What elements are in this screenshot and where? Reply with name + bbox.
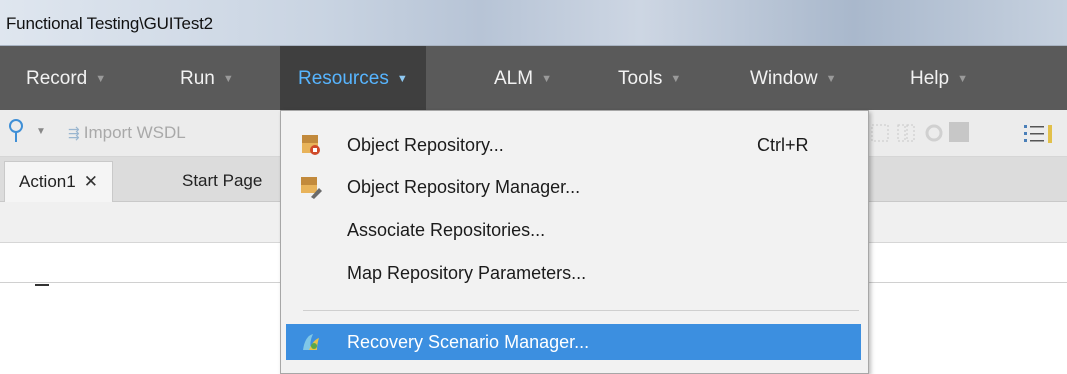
chevron-down-icon: ▼	[222, 73, 234, 85]
chevron-down-icon: ▼	[396, 73, 408, 85]
chevron-down-icon: ▼	[825, 73, 837, 85]
tab-start-page-label: Start Page	[182, 171, 263, 190]
menu-item-label: Object Repository Manager...	[347, 177, 581, 197]
tab-action1[interactable]: Action1 ✕	[4, 161, 113, 202]
chevron-down-icon[interactable]: ▼	[36, 126, 46, 137]
tab-start-page[interactable]: Start Page	[168, 161, 276, 201]
grid-select-icon[interactable]	[870, 122, 892, 144]
menu-item-label: Map Repository Parameters...	[347, 263, 587, 283]
menu-tools[interactable]: Tools ▼	[618, 46, 681, 110]
location-pin-icon[interactable]	[6, 118, 26, 144]
tab-action1-label: Action1	[19, 172, 76, 191]
menu-resources[interactable]: Resources ▼	[280, 46, 426, 110]
close-icon[interactable]: ✕	[84, 172, 98, 191]
object-repository-icon	[302, 135, 320, 155]
menu-item-map-repository-parameters[interactable]: Map Repository Parameters...	[281, 255, 868, 291]
menu-resources-label: Resources	[298, 68, 389, 90]
recovery-scenario-icon	[303, 334, 319, 350]
menu-tools-label: Tools	[618, 68, 663, 90]
chevron-down-icon: ▼	[957, 73, 968, 85]
menu-item-label: Associate Repositories...	[347, 220, 546, 240]
menu-item-recovery-scenario-manager[interactable]: Recovery Scenario Manager...	[286, 324, 861, 360]
menu-run[interactable]: Run ▼	[180, 46, 234, 110]
toolbar-icons-right	[870, 122, 973, 146]
list-view-icon[interactable]	[1022, 122, 1052, 146]
object-repository-manager-icon	[301, 177, 322, 199]
window-title: Functional Testing\GUITest2	[6, 14, 213, 33]
import-wsdl-label: Import WSDL	[83, 123, 186, 142]
menu-item-object-repository-manager[interactable]: Object Repository Manager...	[281, 169, 868, 205]
refresh-icon[interactable]	[923, 122, 945, 144]
menu-help-label: Help	[910, 68, 950, 90]
menu-item-label: Object Repository...	[347, 135, 504, 155]
menu-run-label: Run	[180, 68, 215, 90]
text-cursor	[35, 284, 49, 286]
menu-item-object-repository[interactable]: Object Repository... Ctrl+R	[281, 127, 868, 163]
menu-record-label: Record	[26, 68, 88, 90]
menu-record[interactable]: Record ▼	[26, 46, 106, 110]
menu-help[interactable]: Help ▼	[910, 46, 968, 110]
chevron-down-icon: ▼	[541, 73, 552, 85]
menu-window[interactable]: Window ▼	[750, 46, 836, 110]
menu-item-associate-repositories[interactable]: Associate Repositories...	[281, 212, 868, 248]
menu-alm[interactable]: ALM ▼	[494, 46, 552, 110]
import-wsdl-button[interactable]: ⇶ Import WSDL	[68, 123, 186, 143]
chevron-down-icon: ▼	[95, 73, 107, 85]
import-icon: ⇶	[68, 125, 80, 141]
title-bar: Functional Testing\GUITest2	[0, 0, 1067, 46]
chevron-down-icon: ▼	[670, 73, 682, 85]
grid-split-icon[interactable]	[896, 122, 918, 144]
resources-dropdown-menu: Object Repository... Ctrl+R Object Repos…	[280, 110, 869, 374]
shortcut-label: Ctrl+R	[757, 135, 809, 155]
toolbar-separator	[949, 122, 970, 142]
menu-bar: Record ▼ Run ▼ Resources ▼ ALM ▼ Tools ▼ Wind…	[0, 46, 1067, 110]
menu-alm-label: ALM	[494, 68, 534, 90]
menu-window-label: Window	[750, 68, 818, 90]
menu-separator	[303, 310, 859, 311]
menu-item-label: Recovery Scenario Manager...	[347, 332, 590, 352]
